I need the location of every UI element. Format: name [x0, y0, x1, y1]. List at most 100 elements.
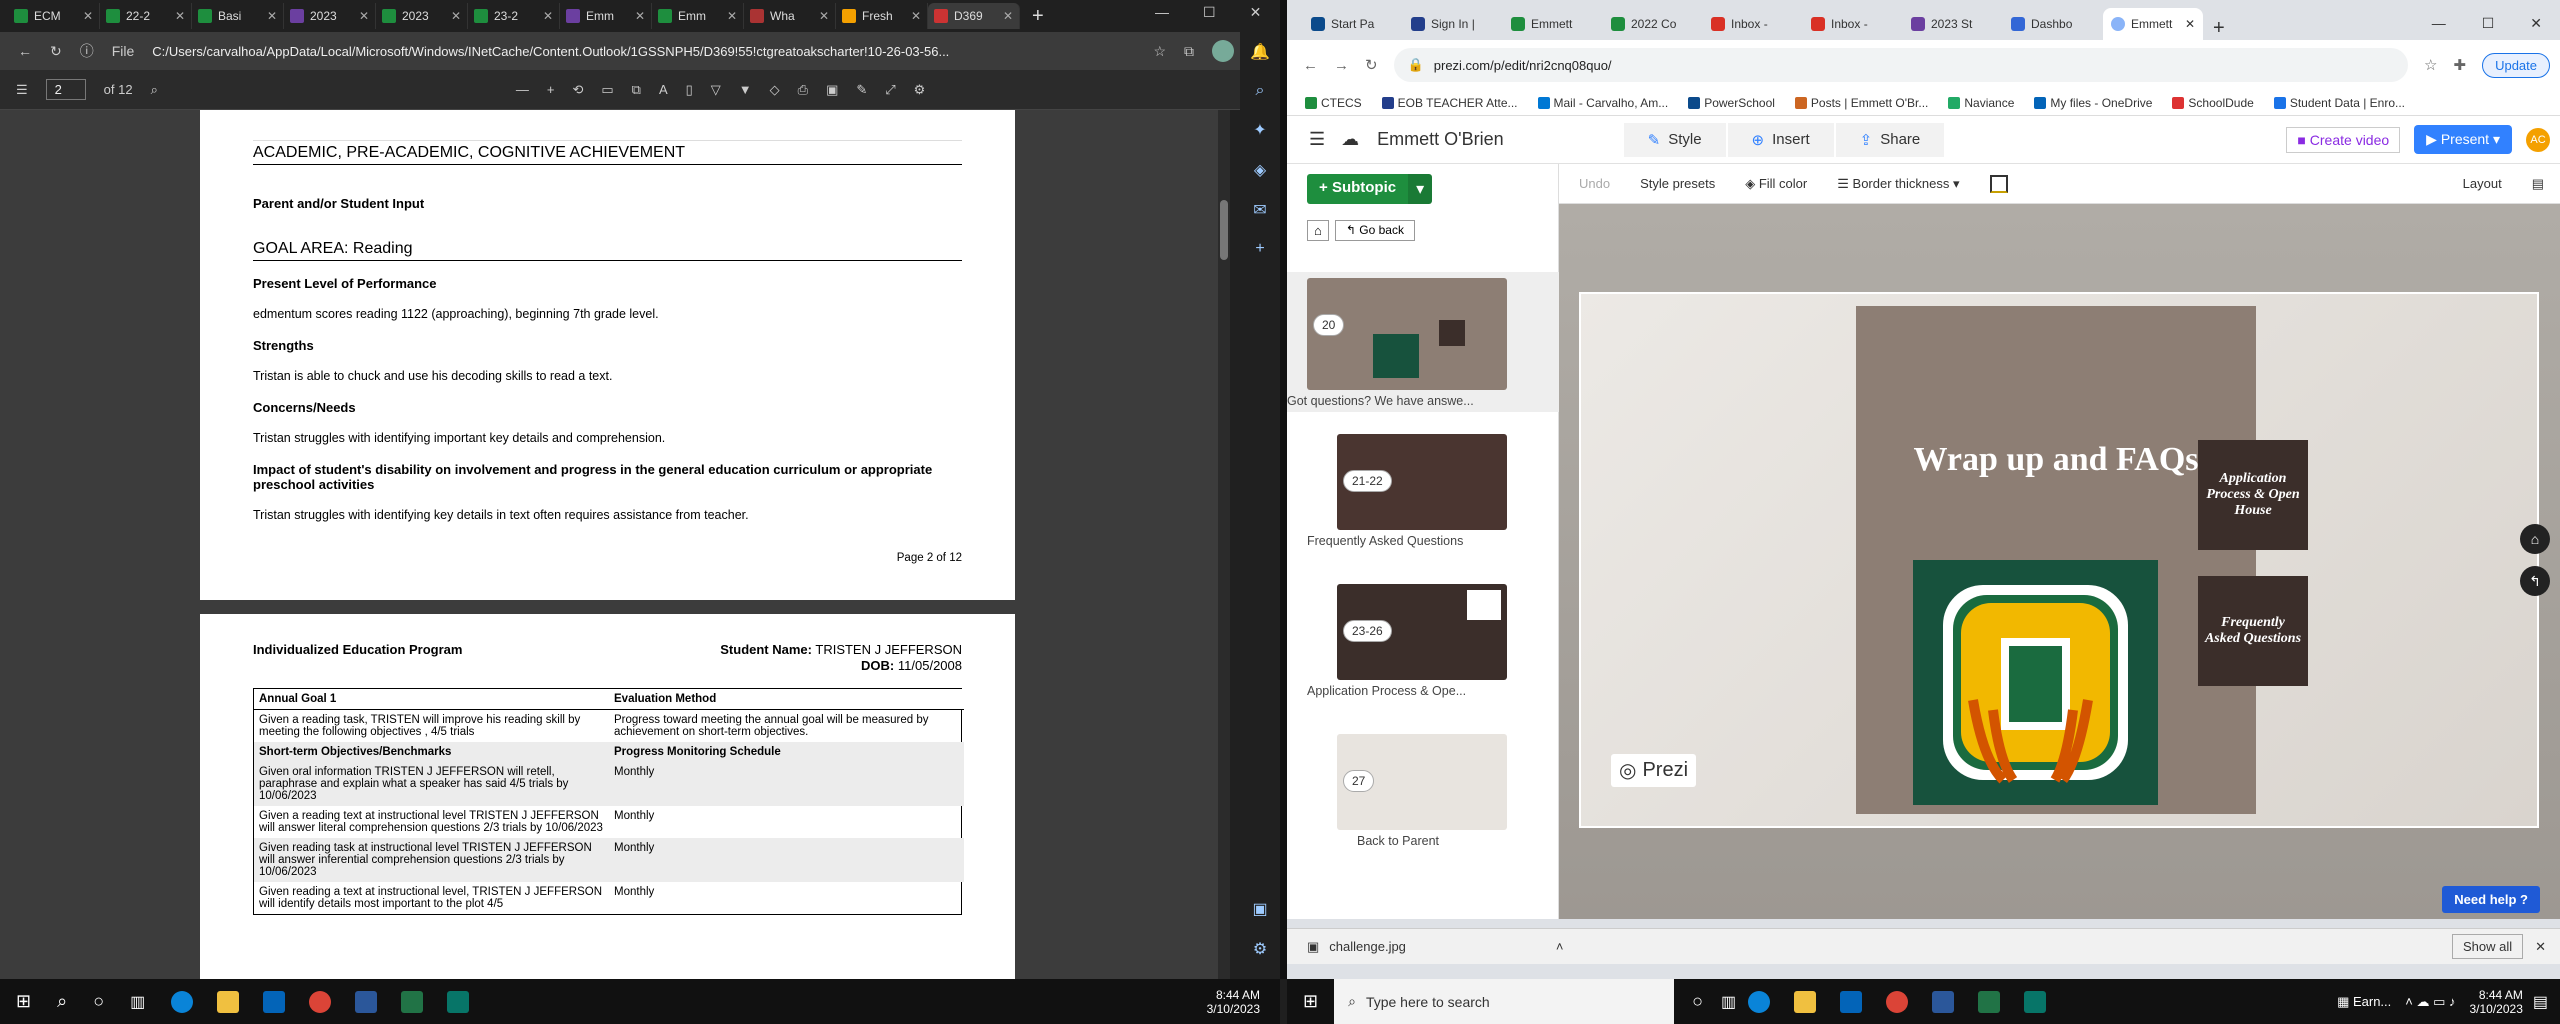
bookmark[interactable]: CTECS — [1305, 96, 1362, 110]
read-aloud-icon[interactable]: A — [659, 82, 668, 97]
bell-icon[interactable]: 🔔 — [1250, 42, 1270, 62]
edge-icon[interactable] — [171, 990, 194, 1013]
chrome-tab[interactable]: 2022 Co — [1603, 8, 1703, 40]
save-as-icon[interactable]: ✎ — [856, 82, 867, 98]
page-view-icon[interactable]: ⧉ — [632, 82, 641, 98]
zoom-out-icon[interactable]: — — [516, 82, 529, 97]
save-icon[interactable]: ▣ — [826, 82, 838, 98]
close-window-icon[interactable]: ✕ — [1250, 4, 1262, 21]
text-icon[interactable]: ▯ — [686, 82, 693, 98]
school-logo[interactable] — [1913, 560, 2158, 805]
thumb-item[interactable]: 21-22 Frequently Asked Questions — [1307, 434, 1542, 548]
url-field[interactable]: 🔒 prezi.com/p/edit/nri2cnq08quo/ — [1393, 48, 2409, 82]
word-icon[interactable] — [355, 990, 378, 1013]
profile-icon[interactable] — [1212, 40, 1234, 62]
file-explorer-icon[interactable] — [217, 990, 240, 1013]
edge-tab[interactable]: 2023 ✕ — [376, 3, 468, 29]
edge-tab-active[interactable]: D369 ✕ — [928, 3, 1020, 29]
close-icon[interactable]: ✕ — [2535, 939, 2546, 955]
edge-tab[interactable]: ECM ✕ — [8, 3, 100, 29]
back-icon[interactable]: ↰ — [2520, 566, 2550, 596]
chrome-icon[interactable] — [1886, 990, 1909, 1013]
bookmark[interactable]: My files - OneDrive — [2034, 96, 2152, 110]
add-icon[interactable]: + — [1255, 240, 1264, 258]
show-all-button[interactable]: Show all — [2451, 934, 2524, 959]
extensions-icon[interactable]: ✚ — [2454, 56, 2467, 74]
share-button[interactable]: ⇪ Share — [1835, 122, 1945, 157]
edge-icon[interactable] — [1748, 990, 1771, 1013]
chrome-tab[interactable]: Start Pa — [1303, 8, 1403, 40]
search-icon[interactable]: ⌕ — [151, 82, 158, 98]
url-field[interactable]: C:/Users/carvalhoa/AppData/Local/Microso… — [152, 44, 1135, 59]
edge-tab[interactable]: Fresh ✕ — [836, 3, 928, 29]
close-icon[interactable]: ✕ — [635, 9, 645, 23]
close-icon[interactable]: ✕ — [2185, 17, 2195, 31]
slide[interactable]: Wrap up and FAQs Application Process & O… — [1579, 292, 2539, 828]
fullscreen-icon[interactable]: ⤢ — [885, 82, 895, 98]
maximize-icon[interactable]: ☐ — [1203, 4, 1216, 21]
cortana-icon[interactable]: ○ — [93, 991, 104, 1012]
thumb-item[interactable]: 23-26 Application Process & Ope... — [1307, 584, 1542, 698]
create-video-button[interactable]: ■ Create video — [2286, 126, 2401, 153]
home-icon[interactable]: ⌂ — [1307, 220, 1329, 241]
collections-icon[interactable]: ⧉ — [1184, 43, 1194, 60]
scroll-thumb[interactable] — [1220, 200, 1228, 260]
close-icon[interactable]: ✕ — [819, 9, 829, 23]
minimize-icon[interactable]: — — [1155, 4, 1169, 21]
chrome-tab[interactable]: 2023 St — [1903, 8, 2003, 40]
undo-button[interactable]: Undo — [1579, 176, 1610, 191]
new-tab-icon[interactable]: + — [2203, 17, 2235, 40]
publisher-icon[interactable] — [447, 990, 470, 1013]
style-button[interactable]: ✎ Style — [1623, 122, 1726, 157]
topic-card-faq[interactable]: Frequently Asked Questions — [2198, 576, 2308, 686]
file-explorer-icon[interactable] — [1794, 990, 1817, 1013]
edge-tab[interactable]: Wha ✕ — [744, 3, 836, 29]
subtopic-button[interactable]: + Subtopic — [1307, 174, 1409, 204]
outlook-icon[interactable] — [263, 990, 286, 1013]
present-button[interactable]: ▶ Present ▾ — [2414, 125, 2512, 154]
outlook-icon[interactable] — [1840, 990, 1863, 1013]
chrome-tab[interactable]: Emmett — [1503, 8, 1603, 40]
update-button[interactable]: Update — [2482, 52, 2550, 78]
border-thickness-button[interactable]: ☰ Border thickness ▾ — [1837, 176, 1959, 192]
tray-icons[interactable]: ˄ ☁ ▭ ♪ — [2405, 994, 2455, 1010]
presentation-title[interactable]: Emmett O'Brien — [1377, 129, 1503, 150]
slide-title[interactable]: Wrap up and FAQs — [1856, 441, 2256, 479]
search-icon[interactable]: ⌕ — [57, 991, 67, 1012]
search-icon[interactable]: ⌕ — [1256, 82, 1265, 100]
publisher-icon[interactable] — [2024, 990, 2047, 1013]
chrome-tab-active[interactable]: Emmett ✕ — [2103, 8, 2203, 40]
thumb-item[interactable]: 27 Back to Parent — [1307, 734, 1542, 848]
minimize-icon[interactable]: — — [2432, 15, 2446, 32]
taskbar-search[interactable]: ⌕ Type here to search — [1334, 979, 1675, 1024]
games-icon[interactable]: ◈ — [1254, 160, 1266, 180]
chrome-tab[interactable]: Dashbo — [2003, 8, 2103, 40]
outlook-icon[interactable]: ✉ — [1253, 200, 1266, 220]
bookmark[interactable]: Naviance — [1948, 96, 2014, 110]
bookmark[interactable]: EOB TEACHER Atte... — [1381, 96, 1518, 110]
bookmark[interactable]: Student Data | Enro... — [2273, 96, 2405, 110]
chevron-up-icon[interactable]: ˄ — [1556, 939, 1564, 954]
refresh-icon[interactable]: ↻ — [50, 43, 62, 60]
close-icon[interactable]: ✕ — [83, 9, 93, 23]
chrome-tab[interactable]: Inbox - — [1803, 8, 1903, 40]
task-view-icon[interactable]: ▥ — [1721, 992, 1736, 1012]
edge-tab[interactable]: Emm ✕ — [652, 3, 744, 29]
chrome-tab[interactable]: Inbox - — [1703, 8, 1803, 40]
settings-icon[interactable]: ⚙ — [1253, 939, 1267, 959]
edge-tab[interactable]: Basi ✕ — [192, 3, 284, 29]
thumb-item[interactable]: 20 Got questions? We have answe... — [1287, 272, 1559, 412]
close-icon[interactable]: ✕ — [911, 9, 921, 23]
chrome-icon[interactable] — [309, 990, 332, 1013]
close-window-icon[interactable]: ✕ — [2530, 15, 2542, 32]
settings-icon[interactable]: ⚙ — [914, 82, 926, 98]
rotate-icon[interactable]: ⟲ — [572, 82, 583, 98]
refresh-icon[interactable]: ↻ — [1365, 56, 1378, 74]
fit-icon[interactable]: ▭ — [601, 82, 613, 98]
print-icon[interactable]: ⎙ — [798, 82, 808, 98]
close-icon[interactable]: ✕ — [1003, 9, 1013, 23]
bookmark[interactable]: SchoolDude — [2172, 96, 2254, 110]
forward-icon[interactable]: → — [1334, 57, 1349, 74]
edge-tab[interactable]: 2023 ✕ — [284, 3, 376, 29]
page-number-input[interactable]: 2 — [45, 79, 86, 100]
